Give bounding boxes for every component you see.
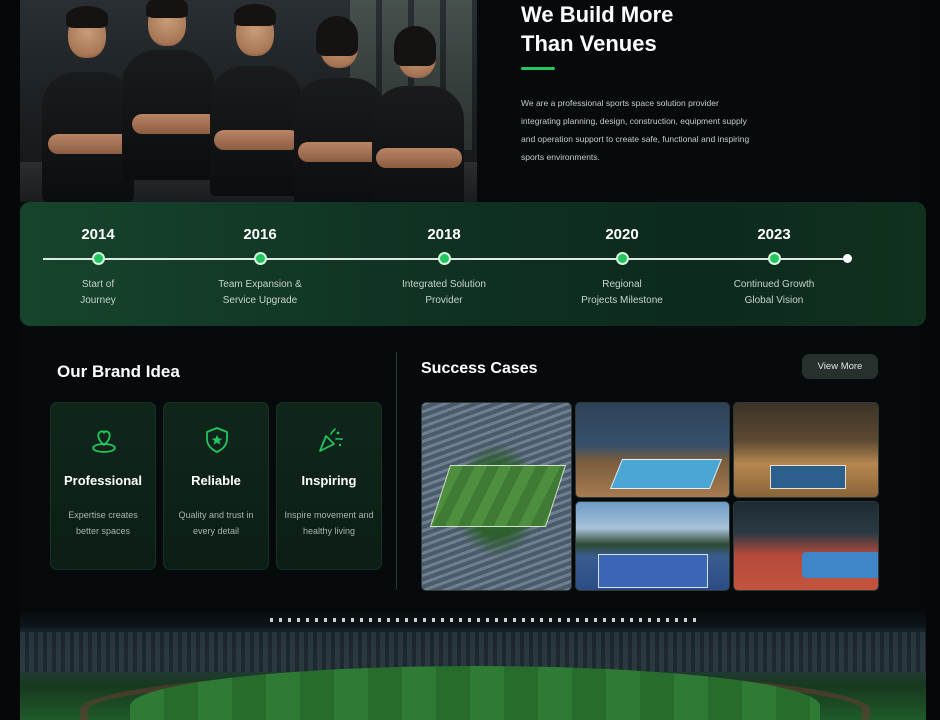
milestone-dot xyxy=(768,252,781,265)
milestone-label: Start of Journey xyxy=(80,279,116,306)
milestone-2016: 2016 Team Expansion & Service Upgrade xyxy=(190,202,330,326)
milestone-year: 2020 xyxy=(605,226,639,243)
stadium-lights xyxy=(270,618,700,622)
milestone-dot xyxy=(616,252,629,265)
milestone-dot xyxy=(438,252,451,265)
case-image-basketball-arena[interactable] xyxy=(733,402,879,498)
page: We Build More Than Venues We are a profe… xyxy=(0,0,940,720)
location-heart-icon xyxy=(92,430,116,453)
milestone-2020: 2020 Regional Projects Milestone xyxy=(552,202,692,326)
track-field xyxy=(802,552,878,578)
case-image-football-stadium[interactable] xyxy=(421,402,572,591)
brand-card-desc: Expertise creates better spaces xyxy=(68,510,138,536)
cases-section-title: Success Cases xyxy=(421,360,538,377)
team-member xyxy=(206,2,306,202)
milestone-2018: 2018 Integrated Solution Provider xyxy=(374,202,514,326)
brand-card-desc: Quality and trust in every detail xyxy=(178,510,254,536)
court-surface xyxy=(770,465,846,489)
section-divider xyxy=(396,352,397,590)
intro-title-line2: Than Venues xyxy=(521,31,657,56)
milestone-label: Integrated Solution Provider xyxy=(402,279,486,306)
case-image-outdoor-court[interactable] xyxy=(575,501,730,591)
intro-title: We Build More Than Venues xyxy=(521,0,821,58)
company-timeline: 2014 Start of Journey 2016 Team Expansio… xyxy=(20,202,926,326)
milestone-2023: 2023 Continued Growth Global Vision xyxy=(704,202,844,326)
view-more-button[interactable]: View More xyxy=(802,354,878,379)
intro-title-line1: We Build More xyxy=(521,2,674,27)
brand-card-name: Reliable xyxy=(191,473,241,488)
brand-card-name: Inspiring xyxy=(301,473,357,488)
brand-section-title: Our Brand Idea xyxy=(57,362,180,381)
team-photo xyxy=(20,0,477,202)
brand-card-reliable: Reliable Quality and trust in every deta… xyxy=(163,402,269,570)
milestone-year: 2016 xyxy=(243,226,277,243)
football-pitch xyxy=(429,465,567,527)
milestone-year: 2018 xyxy=(427,226,461,243)
court-surface xyxy=(609,459,723,489)
brand-card-desc: Inspire movement and healthy living xyxy=(284,510,374,536)
milestone-dot xyxy=(92,252,105,265)
milestone-2014: 2014 Start of Journey xyxy=(28,202,168,326)
team-member xyxy=(372,2,468,202)
milestone-year: 2023 xyxy=(757,226,791,243)
milestone-dot xyxy=(254,252,267,265)
stadium-pitch xyxy=(130,666,820,720)
brand-card-professional: Professional Expertise creates better sp… xyxy=(50,402,156,570)
brand-card-name: Professional xyxy=(63,473,143,488)
intro-description: We are a professional sports space solut… xyxy=(521,98,750,162)
stadium-banner xyxy=(20,608,926,720)
shield-star-icon xyxy=(206,427,228,453)
party-popper-icon xyxy=(319,428,343,452)
left-edge xyxy=(0,0,20,720)
milestone-year: 2014 xyxy=(81,226,115,243)
brand-card-inspiring: Inspiring Inspire movement and healthy l… xyxy=(276,402,382,570)
court-surface xyxy=(598,554,708,588)
intro-accent-bar xyxy=(521,67,555,70)
milestone-label: Team Expansion & Service Upgrade xyxy=(218,279,302,306)
timeline-end-dot xyxy=(843,254,852,263)
team-member xyxy=(118,0,218,202)
case-image-indoor-court[interactable] xyxy=(575,402,730,498)
milestone-label: Regional Projects Milestone xyxy=(581,279,663,306)
milestone-label: Continued Growth Global Vision xyxy=(733,279,815,306)
case-image-running-track[interactable] xyxy=(733,501,879,591)
